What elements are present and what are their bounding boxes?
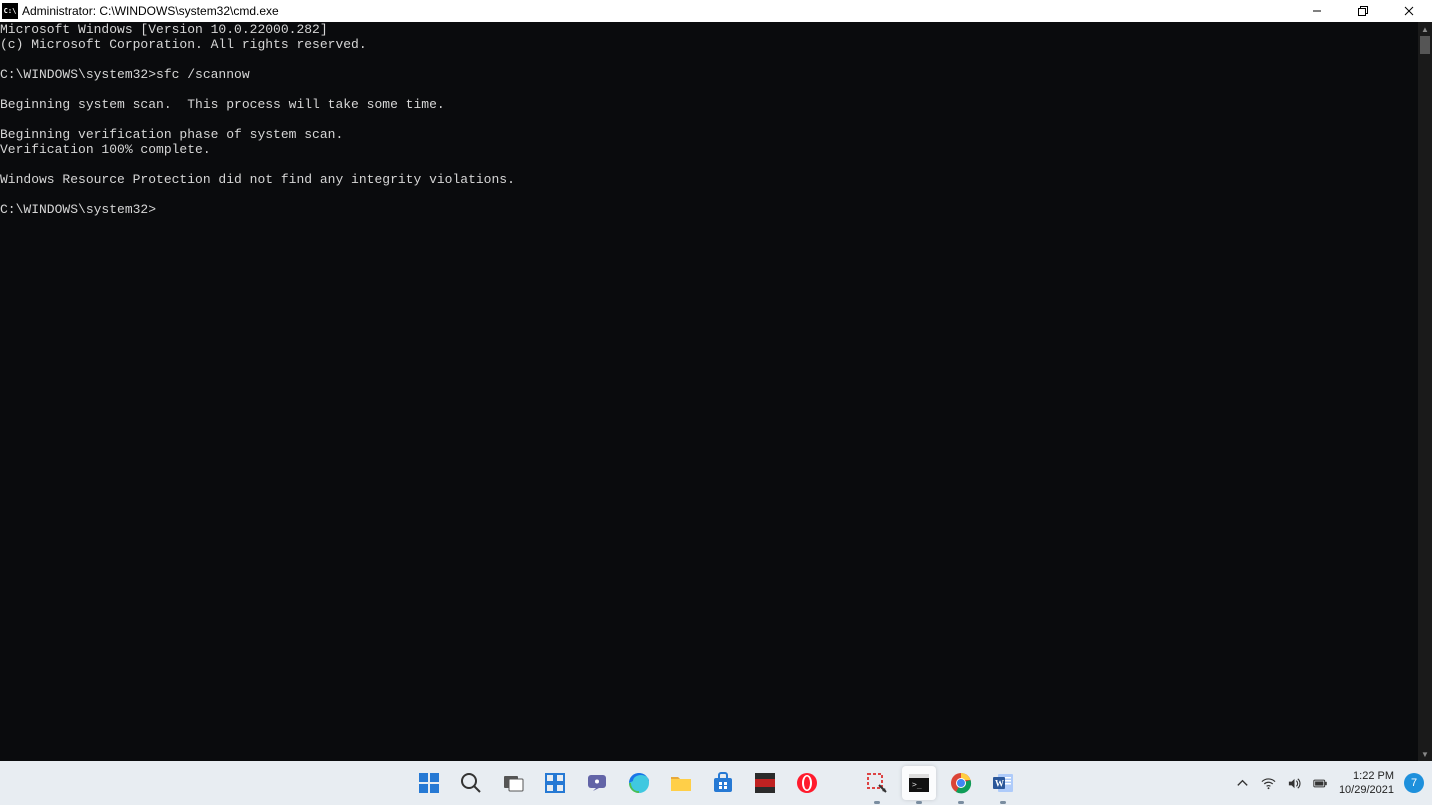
window-controls <box>1294 0 1432 22</box>
taskbar-center-group: >_ W <box>412 761 1020 805</box>
svg-text:>_: >_ <box>912 780 922 789</box>
wifi-icon <box>1261 776 1276 791</box>
system-tray: 1:22 PM 10/29/2021 7 <box>1235 761 1432 805</box>
file-explorer-button[interactable] <box>664 766 698 800</box>
widgets-icon <box>543 771 567 795</box>
app-red-icon <box>753 771 777 795</box>
app-red-button[interactable] <box>748 766 782 800</box>
cmd-icon: >_ <box>907 771 931 795</box>
widgets-button[interactable] <box>538 766 572 800</box>
console-output[interactable]: Microsoft Windows [Version 10.0.22000.28… <box>0 22 1418 761</box>
wifi-button[interactable] <box>1261 775 1277 791</box>
speaker-icon <box>1287 776 1302 791</box>
clock-button[interactable]: 1:22 PM 10/29/2021 <box>1339 769 1394 797</box>
battery-button[interactable] <box>1313 775 1329 791</box>
cmd-app-icon: C:\ <box>2 3 18 19</box>
microsoft-store-button[interactable] <box>706 766 740 800</box>
cmd-taskbar-button[interactable]: >_ <box>902 766 936 800</box>
search-button[interactable] <box>454 766 488 800</box>
chat-icon <box>585 771 609 795</box>
chevron-up-icon <box>1235 776 1250 791</box>
task-view-button[interactable] <box>496 766 530 800</box>
notification-center-button[interactable]: 7 <box>1404 773 1424 793</box>
console-line: C:\WINDOWS\system32> <box>0 202 156 217</box>
battery-icon <box>1313 776 1328 791</box>
console-line: Windows Resource Protection did not find… <box>0 172 515 187</box>
close-button[interactable] <box>1386 0 1432 22</box>
scroll-down-arrow-icon[interactable]: ▼ <box>1418 747 1432 761</box>
window-titlebar: C:\ Administrator: C:\WINDOWS\system32\c… <box>0 0 1432 22</box>
task-view-icon <box>501 771 525 795</box>
folder-icon <box>669 771 693 795</box>
console-line: Beginning system scan. This process will… <box>0 97 445 112</box>
start-button[interactable] <box>412 766 446 800</box>
console-line: (c) Microsoft Corporation. All rights re… <box>0 37 367 52</box>
console-line: Beginning verification phase of system s… <box>0 127 343 142</box>
scrollbar-thumb[interactable] <box>1420 36 1430 54</box>
scroll-up-arrow-icon[interactable]: ▲ <box>1418 22 1432 36</box>
tray-time: 1:22 PM <box>1339 769 1394 783</box>
edge-button[interactable] <box>622 766 656 800</box>
vertical-scrollbar[interactable]: ▲ ▼ <box>1418 22 1432 761</box>
opera-icon <box>795 771 819 795</box>
svg-text:W: W <box>995 779 1004 789</box>
chrome-icon <box>949 771 973 795</box>
maximize-button[interactable] <box>1340 0 1386 22</box>
window-title: Administrator: C:\WINDOWS\system32\cmd.e… <box>22 4 1294 18</box>
word-button[interactable]: W <box>986 766 1020 800</box>
minimize-button[interactable] <box>1294 0 1340 22</box>
console-line: Microsoft Windows [Version 10.0.22000.28… <box>0 22 328 37</box>
word-icon: W <box>991 771 1015 795</box>
console-line: Verification 100% complete. <box>0 142 211 157</box>
snipping-tool-button[interactable] <box>860 766 894 800</box>
store-icon <box>711 771 735 795</box>
search-icon <box>459 771 483 795</box>
console-line: C:\WINDOWS\system32>sfc /scannow <box>0 67 250 82</box>
chat-button[interactable] <box>580 766 614 800</box>
opera-button[interactable] <box>790 766 824 800</box>
taskbar: >_ W <box>0 761 1432 805</box>
tray-date: 10/29/2021 <box>1339 783 1394 797</box>
tray-overflow-button[interactable] <box>1235 775 1251 791</box>
volume-button[interactable] <box>1287 775 1303 791</box>
console-window: Microsoft Windows [Version 10.0.22000.28… <box>0 22 1432 761</box>
windows-logo-icon <box>417 771 441 795</box>
edge-icon <box>627 771 651 795</box>
chrome-button[interactable] <box>944 766 978 800</box>
snip-icon <box>865 771 889 795</box>
